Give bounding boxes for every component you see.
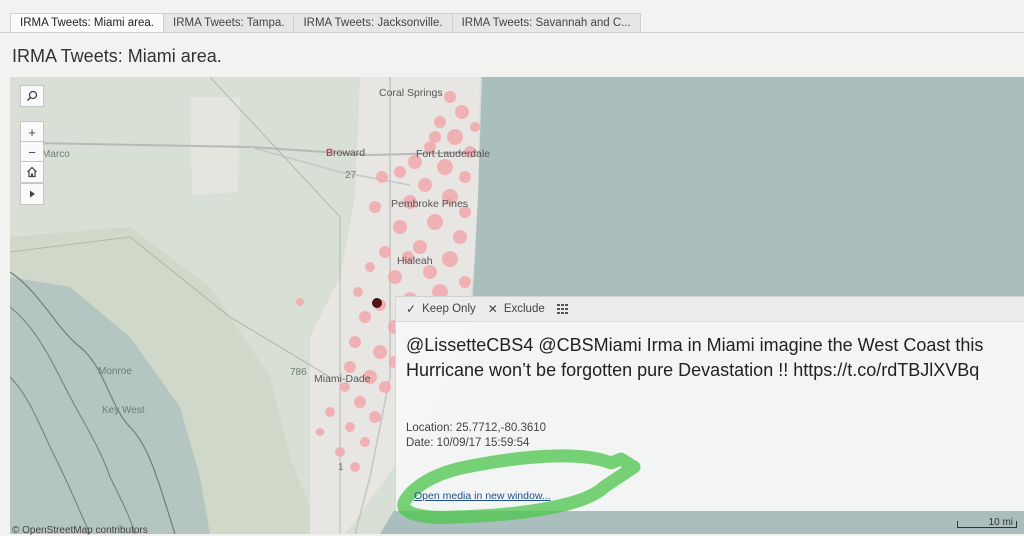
minus-icon: − bbox=[28, 144, 36, 160]
view-data-button[interactable] bbox=[556, 304, 568, 314]
exclude-button[interactable]: ✕ Exclude bbox=[488, 302, 545, 316]
label-hialeah: Hialeah bbox=[397, 255, 433, 267]
label-pembroke-pines: Pembroke Pines bbox=[391, 198, 469, 210]
plus-icon: + bbox=[28, 124, 36, 140]
scale-bar: 10 mi bbox=[957, 517, 1017, 529]
label-road-27: 27 bbox=[345, 170, 357, 181]
check-icon: ✓ bbox=[406, 302, 417, 316]
label-road-786: 786 bbox=[290, 367, 307, 378]
tweet-location: Location: 25.7712,-80.3610 bbox=[406, 422, 547, 434]
search-icon bbox=[26, 90, 38, 102]
highlight-scribble bbox=[397, 449, 641, 524]
label-fort-lauderdale: Fort Lauderdale bbox=[416, 148, 491, 160]
close-icon: ✕ bbox=[487, 302, 498, 316]
label-key-west: Key West bbox=[102, 405, 145, 416]
label-broward: Broward bbox=[326, 147, 366, 159]
label-coral-springs: Coral Springs bbox=[379, 87, 443, 99]
page-title: IRMA Tweets: Miami area. bbox=[12, 46, 222, 66]
tab-miami[interactable]: IRMA Tweets: Miami area. bbox=[10, 13, 164, 33]
selected-tweet-point[interactable] bbox=[372, 298, 382, 308]
sheet-tabs: IRMA Tweets: Miami area. IRMA Tweets: Ta… bbox=[10, 13, 641, 33]
home-button[interactable] bbox=[20, 161, 44, 183]
zoom-in-button[interactable]: + bbox=[20, 121, 44, 143]
search-map-button[interactable] bbox=[20, 85, 44, 107]
tab-divider bbox=[0, 32, 1024, 33]
tab-savannah[interactable]: IRMA Tweets: Savannah and C... bbox=[451, 13, 641, 33]
keep-only-button[interactable]: ✓ Keep Only bbox=[406, 302, 476, 316]
tab-jacksonville[interactable]: IRMA Tweets: Jacksonville. bbox=[293, 13, 453, 33]
open-media-link[interactable]: Open media in new window... bbox=[414, 490, 551, 502]
tweet-text: @LissetteCBS4 @CBSMiami Irma in Miami im… bbox=[406, 335, 984, 380]
play-icon bbox=[30, 190, 35, 198]
label-road-1: 1 bbox=[338, 462, 344, 473]
keep-only-label: Keep Only bbox=[422, 303, 476, 315]
tooltip-actions: ✓ Keep Only ✕ Exclude bbox=[396, 297, 1024, 322]
zoom-out-button[interactable]: − bbox=[20, 141, 44, 163]
label-miami-dade: Miami-Dade bbox=[314, 373, 371, 385]
tab-tampa[interactable]: IRMA Tweets: Tampa. bbox=[163, 13, 295, 33]
grid-icon bbox=[556, 304, 568, 314]
label-monroe: Monroe bbox=[98, 366, 132, 377]
home-icon bbox=[27, 166, 37, 178]
label-marco: Marco bbox=[42, 149, 70, 160]
scale-label: 10 mi bbox=[988, 517, 1013, 528]
map-attribution: © OpenStreetMap contributors bbox=[12, 525, 148, 536]
map-tools-toggle[interactable] bbox=[20, 183, 44, 205]
tweet-tooltip: ✓ Keep Only ✕ Exclude @LissetteCBS4 @CBS… bbox=[395, 296, 1024, 524]
exclude-label: Exclude bbox=[503, 303, 545, 315]
